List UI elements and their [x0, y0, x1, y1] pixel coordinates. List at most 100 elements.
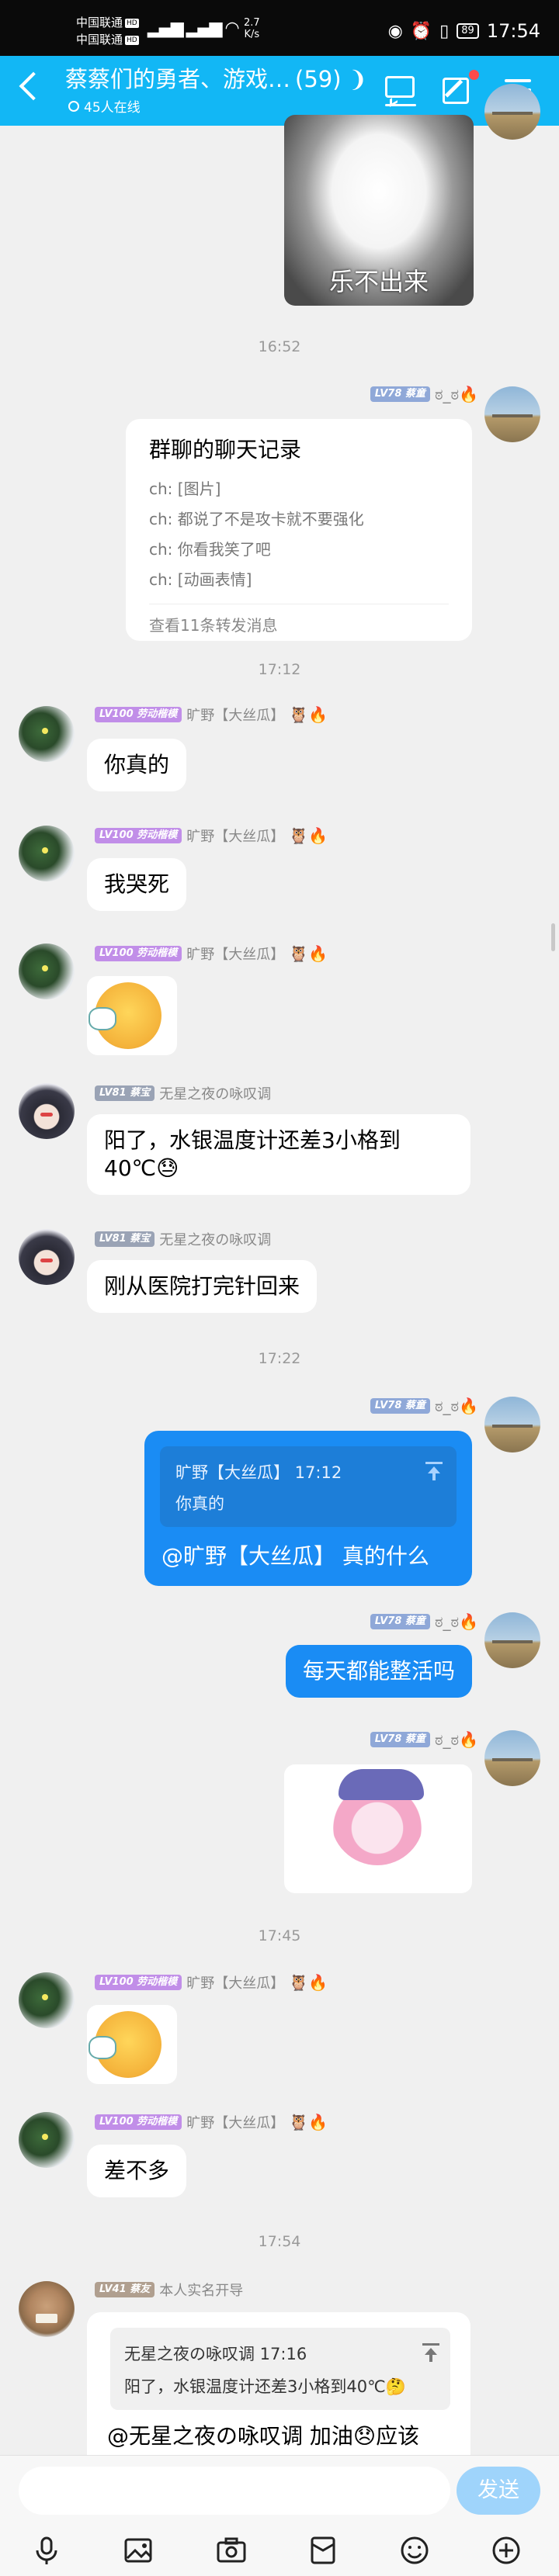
badge-icons: ಠ_ಠ🔥 — [434, 385, 478, 403]
message-bubble[interactable]: 我哭死 — [87, 858, 187, 911]
badge-icons: 🦉🔥 — [289, 1973, 328, 1992]
level-badge: LV41 蔡友 — [95, 2282, 155, 2297]
forward-card[interactable]: 群聊的聊天记录 ch: [图片] ch: 都说了不是攻卡就不要强化 ch: 你看… — [126, 419, 472, 641]
sender-line: LV78 蔡童 ಠ_ಠ🔥 — [370, 1730, 478, 1749]
message-bubble[interactable]: 每天都能整活吗 — [285, 1645, 472, 1698]
member-title: 旷野【大丝瓜】 — [186, 708, 285, 724]
badge-icons: 🦉🔥 — [289, 826, 328, 845]
quote-text: 阳了，水银温度计还差3小格到40℃🤔 — [124, 2377, 406, 2396]
sender-line: LV78 蔡童 ಠ_ಠ🔥 — [370, 1612, 478, 1631]
avatar[interactable] — [19, 2281, 75, 2337]
avatar[interactable] — [484, 386, 540, 442]
input-bar: 发送 — [0, 2455, 559, 2576]
sender-line: LV78 蔡童 ಠ_ಠ🔥 — [370, 385, 478, 403]
page-title[interactable]: 蔡蔡们的勇者、游戏… (59) ❩ — [65, 65, 367, 93]
member-title: 无星之夜の咏叹调 — [159, 1232, 272, 1248]
quote-header: 无星之夜の咏叹调 17:16 — [124, 2345, 307, 2363]
level-badge: LV78 蔡童 — [370, 1732, 430, 1747]
badge-icons: 🦉🔥 — [289, 705, 328, 724]
jump-to-icon[interactable] — [425, 1462, 443, 1480]
timestamp: 17:22 — [258, 1350, 301, 1367]
sender-line: LV41 蔡友 本人实名开导 — [95, 2280, 243, 2300]
status-right: ◉ ⏰ ▯ 89 17:54 — [388, 20, 540, 42]
toolbar — [0, 2526, 559, 2572]
image-caption: 乐不出来 — [328, 267, 429, 296]
network-speed: 2.7 K/s — [244, 17, 260, 40]
badge-icons: ಠ_ಠ🔥 — [434, 1397, 478, 1415]
emoji-icon[interactable] — [398, 2533, 432, 2567]
send-button[interactable]: 发送 — [457, 2467, 540, 2515]
edit-icon[interactable] — [441, 70, 479, 107]
message-bubble[interactable]: 阳了，水银温度计还差3小格到 40℃😓 — [87, 1114, 470, 1195]
level-badge: LV100 劳动楷模 — [95, 1975, 182, 1990]
level-badge: LV100 劳动楷模 — [95, 828, 182, 843]
forward-line: ch: 都说了不是攻卡就不要强化 — [149, 510, 364, 528]
member-title: 旷野【大丝瓜】 — [186, 1975, 285, 1992]
avatar[interactable] — [19, 826, 75, 881]
avatar[interactable] — [19, 706, 75, 762]
sender-line: LV78 蔡童 ಠ_ಠ🔥 — [370, 1397, 478, 1415]
member-title: 旷野【大丝瓜】 — [186, 2115, 285, 2131]
timestamp: 16:52 — [258, 338, 301, 355]
message-bubble[interactable]: 差不多 — [87, 2145, 187, 2197]
level-badge: LV100 劳动楷模 — [95, 707, 182, 722]
reply-message[interactable]: 无星之夜の咏叹调 17:16 阳了，水银温度计还差3小格到40℃🤔 @无星之夜の… — [87, 2312, 470, 2455]
avatar[interactable] — [484, 1397, 540, 1452]
online-status: 45人在线 — [68, 96, 141, 116]
avatar[interactable] — [484, 84, 540, 140]
badge-icons: ಠ_ಠ🔥 — [434, 1612, 478, 1631]
vibrate-icon: ▯ — [439, 21, 450, 41]
badge-icons: ಠ_ಠ🔥 — [434, 1730, 478, 1749]
camera-icon[interactable] — [214, 2533, 248, 2567]
reply-message[interactable]: 旷野【大丝瓜】 17:12 你真的 @旷野【大丝瓜】 真的什么 — [144, 1431, 472, 1586]
scrollbar[interactable] — [551, 923, 555, 951]
image-message[interactable]: 乐不出来 — [284, 115, 474, 306]
member-count: (59) — [295, 66, 342, 92]
message-input[interactable] — [19, 2467, 450, 2515]
avatar[interactable] — [19, 1083, 75, 1139]
carrier-2: 中国联通 HD — [76, 33, 139, 47]
avatar[interactable] — [19, 943, 75, 999]
member-title: 无星之夜の咏叹调 — [159, 1086, 272, 1103]
plus-icon[interactable] — [489, 2533, 523, 2567]
sender-line: LV81 蔡宝 无星之夜の咏叹调 — [95, 1229, 271, 1249]
quoted-message[interactable]: 无星之夜の咏叹调 17:16 阳了，水银温度计还差3小格到40℃🤔 — [110, 2328, 450, 2410]
image-icon[interactable] — [121, 2533, 155, 2567]
red-packet-icon[interactable] — [306, 2533, 340, 2567]
level-badge: LV81 蔡宝 — [95, 1085, 155, 1101]
level-badge: LV81 蔡宝 — [95, 1231, 155, 1247]
mute-icon: ❩ — [348, 66, 368, 92]
chat-header: 蔡蔡们的勇者、游戏… (59) ❩ 45人在线 — [0, 56, 559, 126]
tissue-icon — [89, 1007, 116, 1030]
alarm-icon: ⏰ — [410, 21, 432, 41]
avatar[interactable] — [19, 1972, 75, 2028]
level-badge: LV100 劳动楷模 — [95, 946, 182, 961]
quoted-message[interactable]: 旷野【大丝瓜】 17:12 你真的 — [160, 1446, 457, 1527]
tissue-icon — [89, 2036, 116, 2059]
avatar[interactable] — [19, 1229, 75, 1285]
sticker-message[interactable] — [87, 976, 177, 1055]
status-time: 17:54 — [486, 20, 540, 42]
back-icon[interactable] — [19, 71, 48, 101]
sender-line: LV100 劳动楷模 旷野【大丝瓜】 🦉🔥 — [95, 705, 328, 725]
forward-line: ch: [动画表情] — [149, 570, 252, 589]
avatar[interactable] — [484, 1730, 540, 1786]
view-forward-link[interactable]: 查看11条转发消息 — [149, 613, 277, 635]
badge-icons: 🦉🔥 — [289, 2113, 328, 2131]
member-title: 旷野【大丝瓜】 — [186, 947, 285, 963]
avatar[interactable] — [19, 2112, 75, 2168]
sticker-message[interactable] — [87, 2005, 177, 2084]
jump-to-icon[interactable] — [422, 2343, 439, 2362]
online-icon — [68, 100, 79, 112]
forward-line: ch: [图片] — [149, 480, 221, 498]
level-badge: LV78 蔡童 — [370, 1398, 430, 1414]
sender-line: LV100 劳动楷模 旷野【大丝瓜】 🦉🔥 — [95, 1972, 328, 1993]
message-bubble[interactable]: 刚从医院打完针回来 — [87, 1260, 318, 1313]
chat-icon[interactable] — [384, 73, 418, 107]
message-bubble[interactable]: 你真的 — [87, 739, 187, 791]
mic-icon[interactable] — [30, 2533, 64, 2567]
avatar[interactable] — [484, 1612, 540, 1668]
sticker-message[interactable] — [284, 1764, 472, 1893]
level-badge: LV100 劳动楷模 — [95, 2114, 182, 2130]
forward-title: 群聊的聊天记录 — [149, 437, 302, 462]
